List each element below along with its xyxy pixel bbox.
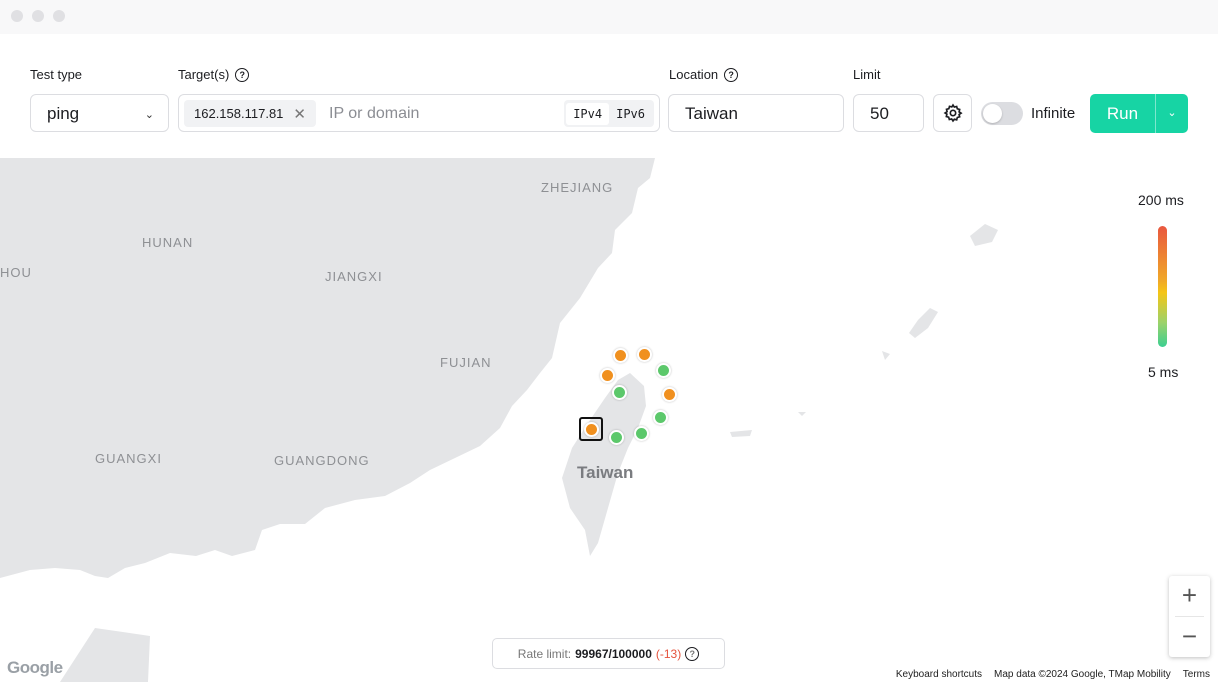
ip-version-toggle: IPv4 IPv6: [564, 100, 654, 127]
infinite-toggle[interactable]: [981, 102, 1023, 125]
map-attribution: Keyboard shortcuts Map data ©2024 Google…: [892, 668, 1213, 681]
map-label-guangxi: GUANGXI: [95, 451, 162, 466]
rate-limit-value: 99967/100000: [575, 646, 652, 661]
map-data-text: Map data ©2024 Google, TMap Mobility: [994, 669, 1171, 680]
latency-legend-gradient: [1158, 226, 1167, 347]
location-value: Taiwan: [685, 104, 738, 123]
rate-limit-help-icon[interactable]: ?: [685, 646, 700, 661]
target-chip-label: 162.158.117.81: [194, 106, 284, 121]
rate-limit-label: Rate limit:: [517, 646, 572, 661]
probe-marker[interactable]: [634, 426, 649, 441]
remove-target-icon[interactable]: ✕: [293, 105, 306, 123]
zoom-out-button[interactable]: −: [1169, 617, 1210, 657]
window-close-dot[interactable]: [11, 10, 23, 22]
run-button-group: Run ⌄: [1090, 94, 1188, 133]
test-type-label: Test type: [30, 67, 83, 82]
probe-marker[interactable]: [656, 363, 671, 378]
probe-marker[interactable]: [609, 430, 624, 445]
targets-help-icon[interactable]: ?: [235, 67, 250, 82]
ipv6-option[interactable]: IPv6: [609, 103, 652, 125]
limit-label: Limit: [853, 67, 881, 82]
test-type-select[interactable]: ping ⌄: [30, 94, 169, 132]
map-label-fujian: FUJIAN: [440, 355, 492, 370]
probe-marker[interactable]: [613, 348, 628, 363]
toggle-knob: [983, 104, 1002, 123]
target-input[interactable]: IP or domain: [329, 105, 419, 123]
window-minimize-dot[interactable]: [32, 10, 44, 22]
probe-marker[interactable]: [637, 347, 652, 362]
zoom-in-button[interactable]: +: [1169, 576, 1210, 616]
window-zoom-dot[interactable]: [53, 10, 65, 22]
probe-marker[interactable]: [653, 410, 668, 425]
map-label-zhejiang: ZHEJIANG: [541, 180, 614, 195]
infinite-label: Infinite: [1031, 105, 1076, 122]
map[interactable]: ZHEJIANG HUNAN JIANGXI HOU FUJIAN GUANGX…: [0, 158, 1218, 682]
rate-limit-delta: (-13): [655, 646, 682, 661]
chevron-down-icon: ⌄: [144, 109, 154, 121]
test-type-value: ping: [47, 104, 80, 123]
targets-label: Target(s) ?: [178, 67, 250, 82]
rate-limit-badge: Rate limit: 99967/100000 (-13) ?: [492, 638, 725, 669]
run-button[interactable]: Run: [1090, 104, 1155, 124]
settings-button[interactable]: [933, 94, 972, 132]
map-label-taiwan: Taiwan: [577, 463, 634, 482]
probe-marker[interactable]: [612, 385, 627, 400]
terms-link[interactable]: Terms: [1183, 669, 1210, 680]
probe-marker[interactable]: [584, 422, 599, 437]
ipv4-option[interactable]: IPv4: [566, 102, 610, 125]
latency-legend-max: 200 ms: [1138, 192, 1184, 208]
probe-marker[interactable]: [662, 387, 677, 402]
map-label-hou: HOU: [0, 265, 32, 280]
location-label: Location ?: [669, 67, 739, 82]
zoom-control: + −: [1169, 576, 1210, 657]
map-label-jiangxi: JIANGXI: [325, 269, 383, 284]
window-titlebar: [0, 0, 1218, 34]
location-help-icon[interactable]: ?: [724, 67, 739, 82]
limit-input[interactable]: 50: [853, 94, 924, 132]
targets-field[interactable]: 162.158.117.81 ✕ IP or domain IPv4 IPv6: [178, 94, 660, 132]
limit-value: 50: [870, 104, 889, 123]
gear-icon: [943, 103, 963, 123]
probe-marker[interactable]: [600, 368, 615, 383]
keyboard-shortcuts-link[interactable]: Keyboard shortcuts: [896, 669, 982, 680]
run-options-button[interactable]: ⌄: [1156, 106, 1188, 119]
target-chip: 162.158.117.81 ✕: [184, 100, 316, 127]
latency-legend-min: 5 ms: [1148, 364, 1179, 380]
map-label-hunan: HUNAN: [142, 235, 194, 250]
google-logo: Google: [7, 658, 63, 677]
location-input[interactable]: Taiwan: [668, 94, 844, 132]
map-label-guangdong: GUANGDONG: [274, 453, 370, 468]
